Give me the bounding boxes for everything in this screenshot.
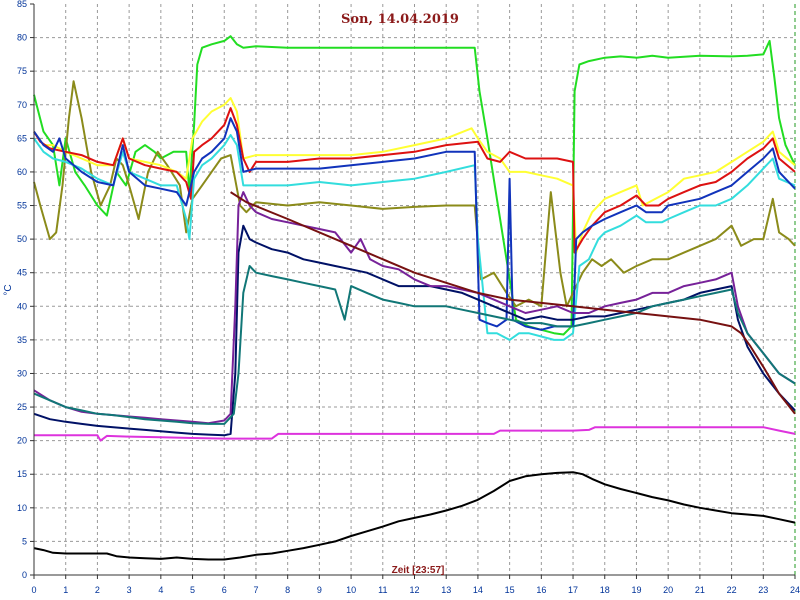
y-tick-label: 35	[17, 335, 27, 345]
x-tick-label: 14	[473, 585, 483, 595]
y-tick-label: 40	[17, 301, 27, 311]
x-tick-label: 23	[758, 585, 768, 595]
x-tick-label: 20	[663, 585, 673, 595]
y-tick-label: 20	[17, 436, 27, 446]
y-tick-label: 10	[17, 503, 27, 513]
x-tick-label: 8	[285, 585, 290, 595]
x-tick-label: 10	[346, 585, 356, 595]
x-tick-label: 15	[505, 585, 515, 595]
x-tick-label: 2	[95, 585, 100, 595]
chart-title: Son, 14.04.2019	[341, 12, 459, 27]
y-tick-label: 15	[17, 469, 27, 479]
x-axis-label: Zeit [23:57]	[392, 565, 445, 576]
y-tick-label: 30	[17, 368, 27, 378]
x-tick-label: 21	[695, 585, 705, 595]
y-tick-label: 50	[17, 234, 27, 244]
x-tick-label: 16	[536, 585, 546, 595]
x-tick-label: 12	[409, 585, 419, 595]
x-tick-label: 17	[568, 585, 578, 595]
y-tick-label: 75	[17, 66, 27, 76]
y-tick-label: 45	[17, 268, 27, 278]
x-tick-label: 24	[790, 585, 800, 595]
x-tick-label: 6	[222, 585, 227, 595]
x-tick-label: 18	[600, 585, 610, 595]
y-tick-label: 60	[17, 167, 27, 177]
x-tick-label: 11	[378, 585, 387, 595]
y-tick-label: 85	[17, 0, 27, 9]
y-tick-label: 5	[22, 536, 27, 546]
x-tick-label: 4	[158, 585, 163, 595]
temperature-chart: 0510152025303540455055606570758085 01234…	[0, 0, 800, 600]
x-tick-label: 19	[631, 585, 641, 595]
y-tick-label: 55	[17, 201, 27, 211]
x-tick-label: 0	[31, 585, 36, 595]
y-tick-label: 70	[17, 100, 27, 110]
x-tick-label: 22	[727, 585, 737, 595]
x-tick-label: 1	[63, 585, 68, 595]
y-axis-label: °C	[3, 284, 14, 295]
x-tick-label: 13	[441, 585, 451, 595]
x-tick-label: 5	[190, 585, 195, 595]
y-tick-label: 0	[22, 570, 27, 580]
y-tick-label: 65	[17, 133, 27, 143]
x-tick-label: 7	[253, 585, 258, 595]
x-tick-label: 3	[127, 585, 132, 595]
y-tick-label: 80	[17, 33, 27, 43]
y-tick-label: 25	[17, 402, 27, 412]
x-tick-label: 9	[317, 585, 322, 595]
